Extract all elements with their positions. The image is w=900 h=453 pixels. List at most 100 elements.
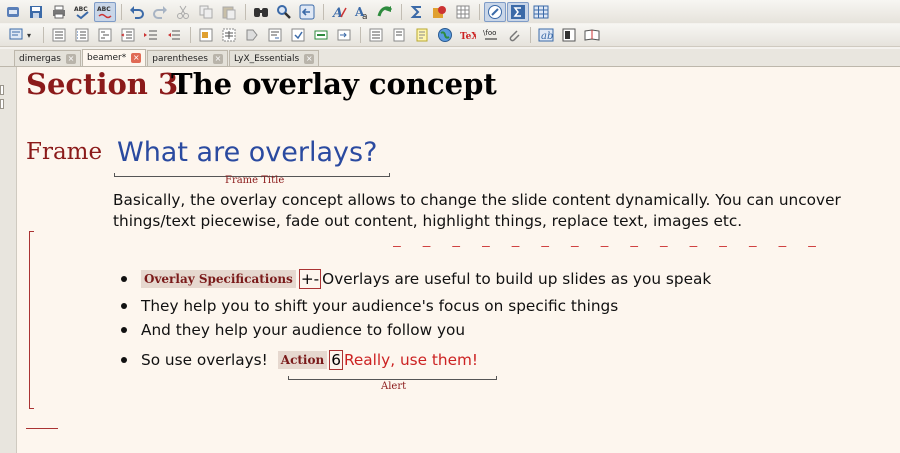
document-editor[interactable]: Section 3 The overlay concept Frame What… — [17, 67, 900, 453]
svg-text:TeX: TeX — [460, 32, 476, 42]
insert-tex-code-button[interactable]: TeX — [457, 25, 479, 45]
overlay-value[interactable]: 6 — [329, 350, 343, 370]
tab-label: dimergas — [19, 53, 61, 64]
copy-icon — [199, 5, 213, 18]
copy-button[interactable] — [195, 2, 217, 22]
insert-box-button[interactable]: ab — [535, 25, 557, 45]
insert-figure-button[interactable] — [195, 25, 217, 45]
spellcheck-button[interactable]: ABC — [71, 2, 93, 22]
tab-lyx-essentials[interactable]: LyX_Essentials × — [228, 50, 320, 66]
insert-note-button[interactable] — [388, 25, 410, 45]
toolbar-separator — [530, 27, 531, 43]
math-panel-icon — [511, 4, 525, 19]
attach-button[interactable] — [503, 25, 525, 45]
insert-graphics-button[interactable] — [429, 2, 451, 22]
description-button[interactable] — [94, 25, 116, 45]
font-icon: Aa — [354, 5, 368, 20]
list-item[interactable]: And they help your audience to follow yo… — [121, 321, 465, 339]
insert-reference-button[interactable] — [264, 25, 286, 45]
tab-dimergas[interactable]: dimergas × — [14, 50, 81, 66]
close-icon[interactable]: × — [131, 53, 142, 63]
view-source-icon — [488, 4, 502, 19]
change-tracking-button[interactable] — [374, 2, 396, 22]
navigate-back-button[interactable] — [296, 2, 318, 22]
insert-url-icon — [416, 28, 428, 42]
close-icon[interactable]: × — [304, 53, 315, 64]
section-number: Section 3 — [26, 67, 179, 101]
body-paragraph[interactable]: Basically, the overlay concept allows to… — [113, 190, 900, 232]
find-replace-button[interactable] — [273, 2, 295, 22]
toolbar-separator — [245, 3, 246, 20]
matrix-button[interactable] — [530, 2, 552, 22]
insert-citation-button[interactable] — [287, 25, 309, 45]
globe-icon — [438, 28, 452, 42]
text-style-button[interactable]: A — [328, 2, 350, 22]
insert-index-button[interactable] — [310, 25, 332, 45]
new-document-button[interactable] — [2, 2, 24, 22]
toolbar-separator — [360, 27, 361, 43]
math-button[interactable] — [406, 2, 428, 22]
indent-button[interactable] — [163, 25, 185, 45]
gutter-marker — [0, 85, 4, 95]
paste-button[interactable] — [218, 2, 240, 22]
toc-button[interactable] — [558, 25, 580, 45]
insert-label-button[interactable] — [241, 25, 263, 45]
insert-math-macro-button[interactable]: \foo — [480, 25, 502, 45]
list-item[interactable]: Overlay Specifications +- Overlays are u… — [121, 269, 711, 289]
frame-title[interactable]: What are overlays? — [117, 137, 377, 168]
tab-label: LyX_Essentials — [233, 53, 300, 64]
overlay-spec-inset[interactable]: Overlay Specifications — [141, 270, 296, 288]
navigate-back-icon — [299, 4, 315, 19]
new-document-icon — [7, 6, 19, 17]
insert-table-float-button[interactable] — [218, 25, 240, 45]
insert-note-icon — [393, 28, 405, 42]
list-item[interactable]: So use overlays! Action 6 Really, use th… — [121, 350, 478, 370]
layout-dropdown[interactable]: ▾ — [2, 25, 38, 45]
redo-icon — [153, 5, 167, 19]
insert-tex-code-icon: TeX — [460, 32, 476, 42]
insert-index-icon — [314, 30, 328, 40]
tab-parentheses[interactable]: parentheses × — [147, 50, 228, 66]
find-icon — [254, 7, 268, 17]
spellcheck-continuous-button[interactable]: ABC — [94, 1, 116, 22]
undo-button[interactable] — [126, 2, 148, 22]
close-icon[interactable]: × — [212, 53, 223, 64]
tab-beamer[interactable]: beamer* × — [81, 49, 147, 66]
insert-math-macro-icon: \foo — [483, 29, 497, 40]
redo-button[interactable] — [149, 2, 171, 22]
list-item-text: They help you to shift your audience's f… — [141, 297, 619, 315]
insert-footnote-button[interactable] — [333, 25, 355, 45]
layout-icon — [9, 28, 23, 40]
insert-url-button[interactable] — [411, 25, 433, 45]
indent-icon — [168, 30, 180, 40]
math-panel-button[interactable] — [507, 1, 529, 22]
overlay-value[interactable]: +- — [298, 269, 322, 289]
list-bullet-button[interactable] — [48, 25, 70, 45]
alert-inset-underline — [288, 376, 497, 380]
print-icon — [53, 5, 65, 18]
insert-reference-icon — [268, 28, 282, 42]
find-button[interactable] — [250, 2, 272, 22]
increase-depth-button[interactable] — [140, 25, 162, 45]
increase-depth-icon — [144, 30, 157, 40]
action-inset[interactable]: Action — [277, 351, 328, 369]
cut-icon — [177, 5, 189, 19]
description-icon — [98, 28, 112, 42]
print-button[interactable] — [48, 2, 70, 22]
list-numbered-icon — [75, 28, 89, 42]
list-numbered-button[interactable] — [71, 25, 93, 45]
insert-graphics-icon — [433, 5, 446, 18]
table-button[interactable] — [452, 2, 474, 22]
decrease-depth-button[interactable] — [117, 25, 139, 45]
cut-button[interactable] — [172, 2, 194, 22]
outline-button[interactable] — [581, 25, 603, 45]
alert-caption: Alert — [381, 381, 407, 392]
close-icon[interactable]: × — [65, 53, 76, 64]
font-button[interactable]: Aa — [351, 2, 373, 22]
list-item[interactable]: They help you to shift your audience's f… — [121, 297, 618, 315]
insert-globe-button[interactable] — [434, 25, 456, 45]
save-button[interactable] — [25, 2, 47, 22]
insert-margin-note-button[interactable] — [365, 25, 387, 45]
list-bullet-icon — [52, 28, 66, 42]
view-source-button[interactable] — [484, 1, 506, 22]
